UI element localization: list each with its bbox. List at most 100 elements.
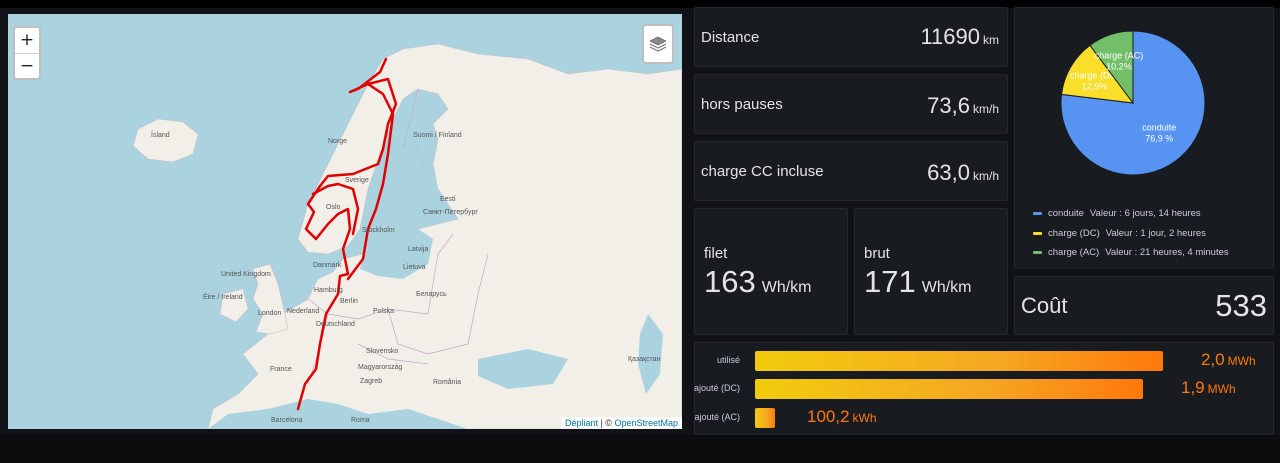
map-label-magyar: Magyarország [358,364,403,371]
hors-pauses-unit: km/h [972,102,999,116]
energy-row-value: 100,2 kWh [807,407,877,427]
distance-panel: Distance 11690 km [694,7,1008,67]
map-label-london: London [258,310,282,317]
brut-label: brut [864,245,890,262]
legend-charge-dc[interactable]: charge (DC) Valeur : 1 jour, 2 heures [1033,228,1206,239]
pie-slice-percent: 10,2% [1106,62,1132,72]
legend-name-charge-dc: charge (DC) [1048,228,1100,239]
bottom-bar [0,435,1280,463]
energy-row-unit: kWh [852,411,877,425]
map-label-latvija: Latvija [408,246,429,253]
map-label-slovensko: Slovensko [366,348,399,355]
energy-bar-fill [755,379,1143,399]
map-basemap [132,43,682,429]
energy-row: ajouté (DC) 1,9 MWh [693,378,1275,399]
map-label-sverige: Sverige [345,177,369,184]
energy-row: ajouté (AC) 100,2 kWh [694,407,1275,428]
energy-bar-fill [755,408,775,428]
hors-pauses-label: hors pauses [701,96,783,113]
leaflet-link[interactable]: Dépliant [565,418,598,428]
pie-slice-percent: 12,9% [1082,82,1108,92]
time-pie-chart: conduite76,9 %charge (DC)12,9%charge (AC… [1060,30,1206,176]
energy-row-number: 2,0 [1201,350,1225,369]
hors-pauses-number: 73,6 [927,93,970,118]
map-label-danmark: Danmark [313,262,342,269]
legend-value-charge-ac: Valeur : 21 heures, 4 minutes [1105,247,1229,258]
energy-row-label: utilisé [716,355,740,365]
charge-cc-unit: km/h [972,169,999,183]
map-label-hamburg: Hamburg [314,287,343,294]
zoom-in-button[interactable]: + [15,28,39,53]
energy-bar-fill [755,351,1163,371]
brut-number: 171 [864,264,916,299]
filet-unit: Wh/km [761,279,812,296]
map-label-lietuva: Lietuva [403,264,426,271]
time-pie-panel: conduite 76,9 % charge (DC) 12,9% charge (AC… [1014,7,1274,269]
charge-cc-panel: charge CC incluse 63,0 km/h [694,141,1008,201]
energy-row-label: ajouté (DC) [693,383,740,393]
cout-panel: Coût 533 [1014,276,1274,335]
charge-cc-number: 63,0 [927,160,970,185]
map-label-kazakh: Қазақстан [628,356,661,363]
legend-charge-ac[interactable]: charge (AC) Valeur : 21 heures, 4 minute… [1033,247,1229,258]
pie-slice-name: conduite [1142,123,1176,133]
distance-label: Distance [701,29,760,46]
map-label-stockholm: Stockholm [362,227,395,234]
map-label-barcelona: Barcelona [271,417,303,424]
legend-swatch-conduite [1033,212,1042,215]
legend-swatch-charge-dc [1033,232,1042,235]
map-label-island: Ísland [151,132,170,139]
hors-pauses-panel: hors pauses 73,6 km/h [694,74,1008,134]
energy-panel: utilisé 2,0 MWh ajouté (DC) 1,9 MWh ajouté (AC… [694,342,1274,435]
distance-unit: km [983,33,999,47]
zoom-out-button[interactable]: − [15,53,39,78]
cout-value: 533 [1215,288,1267,323]
map-label-france: France [270,366,292,373]
map-attribution: Dépliant | © OpenStreetMap [560,417,682,429]
map-label-suomi: Suomi / Finland [413,132,462,139]
legend-name-charge-ac: charge (AC) [1048,247,1100,258]
map-label-nederland: Nederland [287,308,320,315]
energy-row-number: 1,9 [1181,378,1205,397]
energy-row-number: 100,2 [807,407,850,426]
energy-row: utilisé 2,0 MWh [695,350,1275,371]
layers-button[interactable] [642,24,674,64]
map-label-uk: United Kingdom [221,271,271,278]
layers-icon [649,36,667,52]
pie-slice-name: charge (AC) [1095,51,1144,61]
filet-label: filet [704,245,728,262]
map-label-eire: Éire / Ireland [203,294,243,301]
land-iceland [132,118,199,163]
map-label-berlin: Berlin [340,298,358,305]
legend-value-charge-dc: Valeur : 1 jour, 2 heures [1105,228,1206,239]
map-label-roma: Roma [351,417,370,424]
map-label-eesti: Eesti [440,196,456,203]
map-label-norge: Norge [328,138,348,145]
charge-cc-value: 63,0 km/h [927,160,999,186]
filet-panel: filet 163 Wh/km [694,208,848,335]
hors-pauses-value: 73,6 km/h [927,93,999,119]
filet-number: 163 [704,264,756,299]
energy-row-value: 2,0 MWh [1201,350,1256,370]
brut-unit: Wh/km [921,279,972,296]
attribution-separator: | © [597,418,615,428]
energy-row-value: 1,9 MWh [1181,378,1236,398]
brut-value: 171 Wh/km [864,264,972,300]
map-label-spb: Санкт-Петербург [423,209,478,216]
map-label-belarus: Беларусь [416,291,447,298]
brut-panel: brut 171 Wh/km [854,208,1008,335]
map-label-zagreb: Zagreb [360,378,383,385]
energy-row-unit: MWh [1207,382,1236,396]
legend-conduite[interactable]: conduite Valeur : 6 jours, 14 heures [1033,208,1201,219]
osm-link[interactable]: OpenStreetMap [614,418,678,428]
map-label-oslo: Oslo [326,204,341,211]
legend-value-conduite: Valeur : 6 jours, 14 heures [1089,208,1201,219]
energy-row-label: ajouté (AC) [694,412,740,422]
filet-value: 163 Wh/km [704,264,812,300]
route-map[interactable]: Ísland Norge Sverige Suomi / Finland Ees… [8,14,682,429]
legend-name-conduite: conduite [1048,208,1084,219]
legend-swatch-charge-ac [1033,251,1042,254]
energy-row-unit: MWh [1227,354,1256,368]
zoom-control: + − [13,26,41,80]
pie-slice-percent: 76,9 % [1145,134,1173,144]
